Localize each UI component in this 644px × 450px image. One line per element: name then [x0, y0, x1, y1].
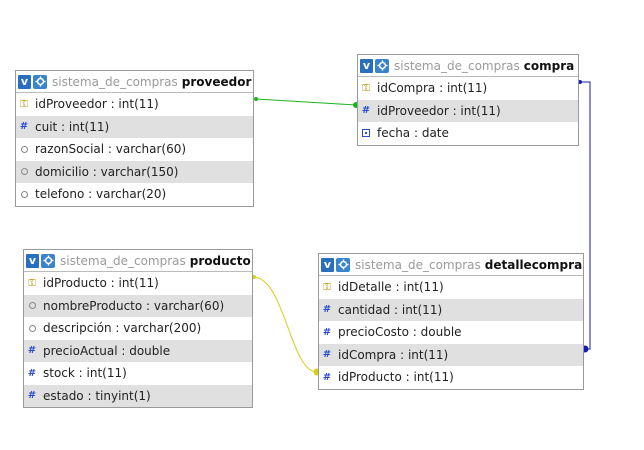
gear-icon[interactable]: [336, 257, 350, 272]
column-row[interactable]: razonSocial : varchar(60): [16, 138, 253, 161]
column-row[interactable]: # precioActual : double: [24, 339, 252, 362]
column-label: idProducto : int(11): [43, 276, 159, 291]
column-label: nombreProducto : varchar(60): [43, 298, 225, 313]
column-row[interactable]: fecha : date: [358, 122, 578, 145]
gear-icon[interactable]: [375, 58, 389, 73]
column-row[interactable]: descripción : varchar(200): [24, 317, 252, 340]
column-label: cantidad : int(11): [338, 302, 443, 317]
gear-icon[interactable]: [41, 253, 55, 268]
column-row[interactable]: # estado : tinyint(1): [24, 384, 252, 407]
column-row[interactable]: domicilio : varchar(150): [16, 160, 253, 183]
column-label: idProducto : int(11): [338, 370, 454, 385]
column-label: stock : int(11): [43, 366, 127, 381]
column-row[interactable]: ⚿ idProducto : int(11): [24, 272, 252, 295]
column-row[interactable]: # precioCosto : double: [319, 321, 583, 344]
gear-icon[interactable]: [33, 74, 47, 89]
column-row[interactable]: # idProducto : int(11): [319, 366, 583, 389]
table-name: detallecompra: [484, 257, 583, 272]
column-label: domicilio : varchar(150): [35, 164, 179, 179]
table-name: producto: [189, 253, 251, 268]
column-label: fecha : date: [377, 126, 449, 141]
column-row[interactable]: ⚿ idDetalle : int(11): [319, 276, 583, 299]
relation-proveedor-compra: [255, 98, 357, 106]
column-label: descripción : varchar(200): [43, 321, 202, 336]
text-icon: [27, 301, 37, 311]
hash-icon: #: [27, 390, 37, 402]
table-name: compra: [523, 58, 575, 73]
text-icon: [19, 189, 29, 199]
toggle-icon[interactable]: v: [26, 253, 39, 268]
column-label: precioActual : double: [43, 343, 171, 358]
key-icon: ⚿: [323, 281, 331, 293]
column-label: precioCosto : double: [338, 325, 462, 340]
text-icon: [19, 167, 29, 177]
hash-icon: #: [322, 304, 332, 316]
hash-icon: #: [322, 349, 332, 361]
column-label: idDetalle : int(11): [338, 280, 444, 295]
toggle-icon[interactable]: v: [321, 257, 334, 272]
table-producto[interactable]: v sistema_de_compras producto ⚿ idProduct…: [23, 249, 253, 408]
column-label: idProveedor : int(11): [35, 97, 159, 112]
toggle-icon[interactable]: v: [18, 74, 31, 89]
hash-icon: #: [322, 326, 332, 338]
key-icon: ⚿: [28, 277, 36, 289]
column-row[interactable]: ⚿ idCompra : int(11): [358, 77, 578, 100]
database-name: sistema_de_compras: [394, 58, 520, 73]
column-row[interactable]: # stock : int(11): [24, 362, 252, 385]
relation-end-proveedor: [254, 97, 258, 101]
database-name: sistema_de_compras: [60, 253, 186, 268]
hash-icon: #: [27, 367, 37, 379]
table-proveedor[interactable]: v sistema_de_compras proveedor ⚿ idProvee…: [15, 70, 254, 207]
key-icon: ⚿: [20, 98, 28, 110]
column-row[interactable]: telefono : varchar(20): [16, 183, 253, 206]
database-name: sistema_de_compras: [355, 257, 481, 272]
column-label: cuit : int(11): [35, 119, 110, 134]
hash-icon: #: [19, 121, 29, 133]
table-header[interactable]: v sistema_de_compras compra: [358, 55, 578, 77]
column-label: razonSocial : varchar(60): [35, 142, 187, 157]
table-compra[interactable]: v sistema_de_compras compra ⚿ idCompra : …: [357, 54, 579, 146]
column-label: idCompra : int(11): [338, 347, 449, 362]
column-label: estado : tinyint(1): [43, 388, 151, 403]
column-row[interactable]: nombreProducto : varchar(60): [24, 294, 252, 317]
calendar-icon: [361, 128, 371, 138]
relation-producto-detallecompra: [252, 276, 318, 373]
database-name: sistema_de_compras: [52, 74, 178, 89]
key-icon: ⚿: [362, 82, 370, 94]
table-detallecompra[interactable]: v sistema_de_compras detallecompra ⚿ idDe…: [318, 253, 584, 390]
column-row[interactable]: # idCompra : int(11): [319, 343, 583, 366]
column-label: idProveedor : int(11): [377, 103, 501, 118]
table-header[interactable]: v sistema_de_compras producto: [24, 250, 252, 272]
table-header[interactable]: v sistema_de_compras detallecompra: [319, 254, 583, 276]
table-header[interactable]: v sistema_de_compras proveedor: [16, 71, 253, 93]
table-name: proveedor: [181, 74, 252, 89]
column-row[interactable]: ⚿ idProveedor : int(11): [16, 93, 253, 116]
toggle-icon[interactable]: v: [360, 58, 373, 73]
column-row[interactable]: # cuit : int(11): [16, 115, 253, 138]
hash-icon: #: [27, 345, 37, 357]
column-row[interactable]: # cantidad : int(11): [319, 298, 583, 321]
column-label: idCompra : int(11): [377, 81, 488, 96]
column-row[interactable]: # idProveedor : int(11): [358, 99, 578, 122]
hash-icon: #: [361, 105, 371, 117]
text-icon: [19, 144, 29, 154]
hash-icon: #: [322, 371, 332, 383]
column-label: telefono : varchar(20): [35, 187, 167, 202]
text-icon: [27, 323, 37, 333]
